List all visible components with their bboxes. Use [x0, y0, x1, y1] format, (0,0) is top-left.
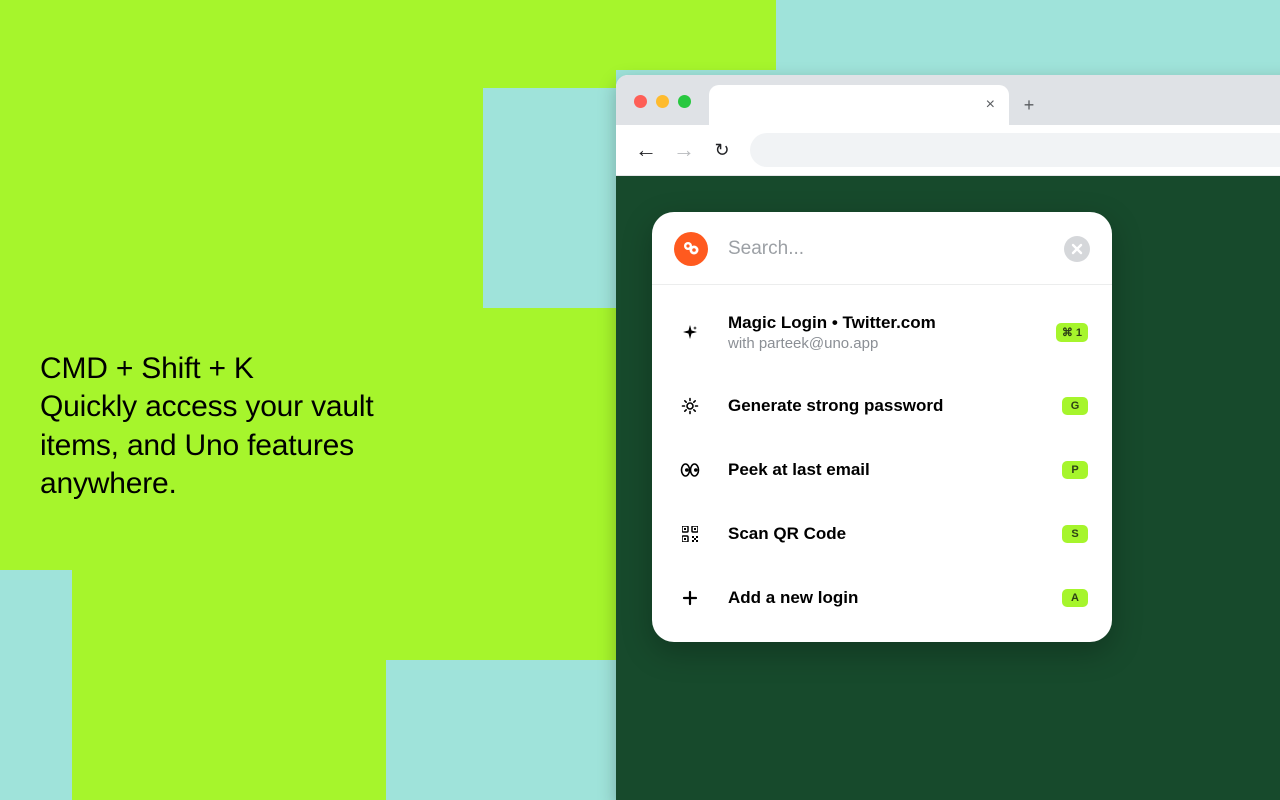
item-title: Scan QR Code	[728, 524, 1062, 544]
qr-icon	[676, 526, 704, 542]
plus-icon	[676, 590, 704, 606]
bg-teal-notch	[483, 88, 616, 308]
item-title: Peek at last email	[728, 460, 1062, 480]
palette-item-peek-email[interactable]: Peek at last email P	[652, 438, 1112, 502]
palette-item-add-login[interactable]: Add a new login A	[652, 566, 1112, 630]
new-tab-button[interactable]: +	[1009, 85, 1049, 125]
forward-button[interactable]: →	[674, 140, 694, 160]
close-icon	[1071, 243, 1083, 255]
minimize-window-icon[interactable]	[656, 95, 669, 108]
bg-teal-bottom	[386, 660, 616, 800]
shortcut-badge: ⌘ 1	[1056, 323, 1088, 342]
promo-headline: CMD + Shift + K	[40, 352, 254, 385]
promo-body: Quickly access your vault items, and Uno…	[40, 390, 373, 500]
reload-button[interactable]: ↻	[712, 140, 732, 160]
promo-text: CMD + Shift + K Quickly access your vaul…	[40, 350, 420, 504]
bg-lime-top	[616, 0, 776, 70]
palette-list: Magic Login • Twitter.com with parteek@u…	[652, 285, 1112, 642]
uno-logo-icon	[674, 232, 708, 266]
shortcut-badge: P	[1062, 461, 1088, 479]
item-title: Add a new login	[728, 588, 1062, 608]
palette-item-scan-qr[interactable]: Scan QR Code S	[652, 502, 1112, 566]
close-palette-button[interactable]	[1064, 236, 1090, 262]
search-input[interactable]: Search...	[728, 238, 1064, 260]
command-palette: Search... Magic Login • Twitter.com with…	[652, 212, 1112, 642]
reload-icon: ↻	[714, 140, 729, 161]
arrow-right-icon: →	[673, 139, 695, 161]
window-controls	[634, 95, 691, 108]
palette-header: Search...	[652, 212, 1112, 285]
gear-sun-icon	[676, 397, 704, 415]
shortcut-badge: G	[1062, 397, 1088, 415]
bg-teal-bl	[0, 570, 72, 800]
item-title: Generate strong password	[728, 396, 1062, 416]
address-bar[interactable]	[750, 133, 1280, 167]
zoom-window-icon[interactable]	[678, 95, 691, 108]
eyes-icon	[676, 463, 704, 477]
palette-item-generate-password[interactable]: Generate strong password G	[652, 374, 1112, 438]
browser-tab[interactable]: ×	[709, 85, 1009, 125]
shortcut-badge: A	[1062, 589, 1088, 607]
close-tab-icon[interactable]: ×	[986, 96, 995, 114]
palette-item-magic-login[interactable]: Magic Login • Twitter.com with parteek@u…	[652, 291, 1112, 374]
tab-bar: × +	[616, 75, 1280, 125]
browser-toolbar: ← → ↻	[616, 125, 1280, 176]
shortcut-badge: S	[1062, 525, 1088, 543]
plus-icon: +	[1024, 95, 1035, 116]
sparkle-icon	[676, 324, 704, 342]
close-window-icon[interactable]	[634, 95, 647, 108]
item-subtitle: with parteek@uno.app	[728, 335, 1056, 352]
item-title: Magic Login • Twitter.com	[728, 313, 1056, 333]
arrow-left-icon: ←	[635, 139, 657, 161]
canvas: CMD + Shift + K Quickly access your vaul…	[0, 0, 1280, 800]
back-button[interactable]: ←	[636, 140, 656, 160]
